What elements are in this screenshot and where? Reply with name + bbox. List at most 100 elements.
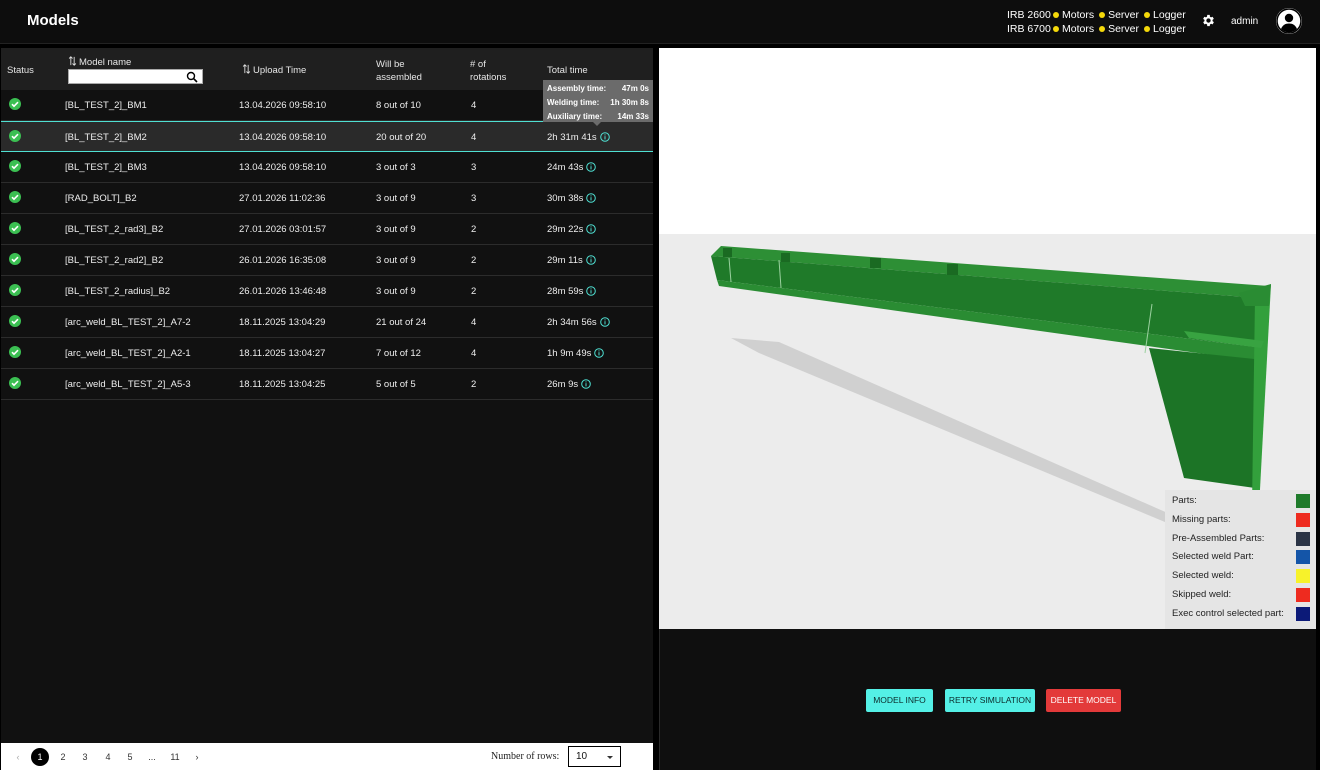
total-time-cell: 29m 22s <box>547 224 597 235</box>
model-info-button[interactable]: MODEL INFO <box>866 689 933 712</box>
column-model-name[interactable]: Model name <box>68 56 131 68</box>
tooltip-row: Welding time: 1h 30m 8s <box>547 98 649 107</box>
page-ellipsis: ... <box>148 752 156 762</box>
model-search-input[interactable] <box>68 69 203 84</box>
check-circle-icon <box>9 315 21 327</box>
check-circle-icon <box>9 284 21 296</box>
info-icon[interactable] <box>586 193 597 203</box>
legend-item: Selected weld: <box>1172 568 1310 584</box>
rotations-cell: 3 <box>471 162 477 173</box>
check-circle-icon <box>9 222 21 234</box>
rotations-cell: 2 <box>471 255 477 266</box>
robot-status-row: IRB 6700 Motors Server Logger <box>1007 22 1191 36</box>
rotations-cell: 2 <box>471 224 477 235</box>
check-circle-icon <box>9 160 21 172</box>
time-breakdown-tooltip: Assembly time: 47m 0s Welding time: 1h 30m… <box>543 80 653 122</box>
upload-time-cell: 26.01.2026 16:35:08 <box>239 255 327 266</box>
column-upload-time[interactable]: Upload Time <box>242 64 306 76</box>
table-row[interactable]: [RAD_BOLT]_B2 27.01.2026 11:02:36 3 out of… <box>1 183 653 214</box>
next-page-button[interactable]: › <box>188 748 206 766</box>
column-rotations: # of rotations <box>470 59 507 83</box>
upload-time-cell: 13.04.2026 09:58:10 <box>239 132 327 143</box>
rotations-cell: 4 <box>471 348 477 359</box>
table-row[interactable]: [BL_TEST_2_rad2]_B2 26.01.2026 16:35:08 3 … <box>1 245 653 276</box>
status-motors: Motors <box>1053 8 1094 22</box>
delete-model-button[interactable]: DELETE MODEL <box>1046 689 1121 712</box>
table-row[interactable]: [BL_TEST_2_rad3]_B2 27.01.2026 03:01:57 3 … <box>1 214 653 245</box>
model-name-cell: [arc_weld_BL_TEST_2]_A5-3 <box>65 379 191 390</box>
assembled-cell: 7 out of 12 <box>376 348 421 359</box>
page-button-11[interactable]: 11 <box>166 748 184 766</box>
model-name-cell: [RAD_BOLT]_B2 <box>65 193 137 204</box>
total-time-cell: 30m 38s <box>547 193 597 204</box>
upload-time-cell: 18.11.2025 13:04:27 <box>239 348 326 359</box>
tooltip-row: Assembly time: 47m 0s <box>547 84 649 93</box>
rotations-cell: 2 <box>471 379 477 390</box>
sort-icon[interactable] <box>242 64 251 74</box>
info-icon[interactable] <box>594 348 605 358</box>
table-row[interactable]: [BL_TEST_2]_BM3 13.04.2026 09:58:10 3 out … <box>1 152 653 183</box>
total-time-cell: 29m 11s <box>547 255 596 266</box>
upload-time-cell: 13.04.2026 09:58:10 <box>239 162 327 173</box>
table-row[interactable]: [BL_TEST_2_radius]_B2 26.01.2026 13:46:48… <box>1 276 653 307</box>
total-time-cell: 2h 31m 41s <box>547 132 610 143</box>
legend-label: Selected weld: <box>1172 570 1234 582</box>
page-button-1[interactable]: 1 <box>31 748 49 766</box>
rotations-cell: 3 <box>471 193 477 204</box>
gear-icon[interactable] <box>1201 13 1216 28</box>
total-time-cell: 26m 9s <box>547 379 591 390</box>
color-legend: Parts: Missing parts: Pre-Assembled Parts:… <box>1165 490 1316 629</box>
legend-swatch <box>1296 531 1310 546</box>
status-logger: Logger <box>1144 8 1186 22</box>
assembled-cell: 3 out of 9 <box>376 286 416 297</box>
upload-time-cell: 13.04.2026 09:58:10 <box>239 100 327 111</box>
model-name-cell: [arc_weld_BL_TEST_2]_A7-2 <box>65 317 191 328</box>
upload-time-cell: 18.11.2025 13:04:25 <box>239 379 326 390</box>
legend-swatch <box>1296 550 1310 565</box>
legend-label: Pre-Assembled Parts: <box>1172 532 1265 544</box>
table-row[interactable]: [arc_weld_BL_TEST_2]_A2-1 18.11.2025 13:0… <box>1 338 653 369</box>
username-label: admin <box>1231 16 1259 27</box>
info-icon[interactable] <box>599 132 610 142</box>
model-3d-viewer[interactable]: Parts: Missing parts: Pre-Assembled Parts:… <box>659 48 1316 629</box>
check-circle-icon <box>9 377 21 389</box>
sort-icon[interactable] <box>68 56 77 66</box>
info-icon[interactable] <box>586 162 597 172</box>
model-actions-panel: MODEL INFO RETRY SIMULATION DELETE MODEL <box>659 629 1316 770</box>
page-button-5[interactable]: 5 <box>121 748 139 766</box>
page-button-4[interactable]: 4 <box>99 748 117 766</box>
retry-simulation-button[interactable]: RETRY SIMULATION <box>945 689 1035 712</box>
page-button-2[interactable]: 2 <box>54 748 72 766</box>
info-icon[interactable] <box>586 286 597 296</box>
rotations-cell: 4 <box>471 132 477 143</box>
legend-swatch <box>1296 569 1310 584</box>
assembled-cell: 8 out of 10 <box>376 100 421 111</box>
upload-time-cell: 26.01.2026 13:46:48 <box>239 286 327 297</box>
robot-name: IRB 6700 <box>1007 23 1051 35</box>
upload-time-cell: 27.01.2026 03:01:57 <box>239 224 327 235</box>
avatar[interactable] <box>1276 8 1302 34</box>
assembled-cell: 20 out of 20 <box>376 132 427 143</box>
info-icon[interactable] <box>585 255 596 265</box>
legend-label: Missing parts: <box>1172 513 1231 525</box>
check-circle-icon <box>9 253 21 265</box>
table-row[interactable]: [arc_weld_BL_TEST_2]_A7-2 18.11.2025 13:0… <box>1 307 653 338</box>
info-icon[interactable] <box>581 379 591 389</box>
upload-time-cell: 18.11.2025 13:04:29 <box>239 317 326 328</box>
column-assembled: Will be assembled <box>376 59 422 83</box>
info-icon[interactable] <box>599 317 610 327</box>
table-row[interactable]: [BL_TEST_2]_BM2 13.04.2026 09:58:10 20 out… <box>1 121 653 152</box>
robot-status-row: IRB 2600 Motors Server Logger <box>1007 8 1191 22</box>
top-bar: Models IRB 2600 Motors Server Logger IRB… <box>0 0 1320 44</box>
assembled-cell: 3 out of 9 <box>376 255 416 266</box>
check-circle-icon <box>9 98 21 110</box>
chevron-down-icon <box>607 756 613 759</box>
page-button-3[interactable]: 3 <box>76 748 94 766</box>
info-icon[interactable] <box>586 224 597 234</box>
rows-per-page-select[interactable]: 10 <box>568 746 621 767</box>
pagination: ‹ 1 2 3 4 5 ... 11 › Number of rows: 10 <box>1 743 653 770</box>
table-row[interactable]: [arc_weld_BL_TEST_2]_A5-3 18.11.2025 13:0… <box>1 369 653 400</box>
prev-page-button[interactable]: ‹ <box>9 748 27 766</box>
search-icon[interactable] <box>186 71 198 83</box>
rotations-cell: 4 <box>471 317 477 328</box>
